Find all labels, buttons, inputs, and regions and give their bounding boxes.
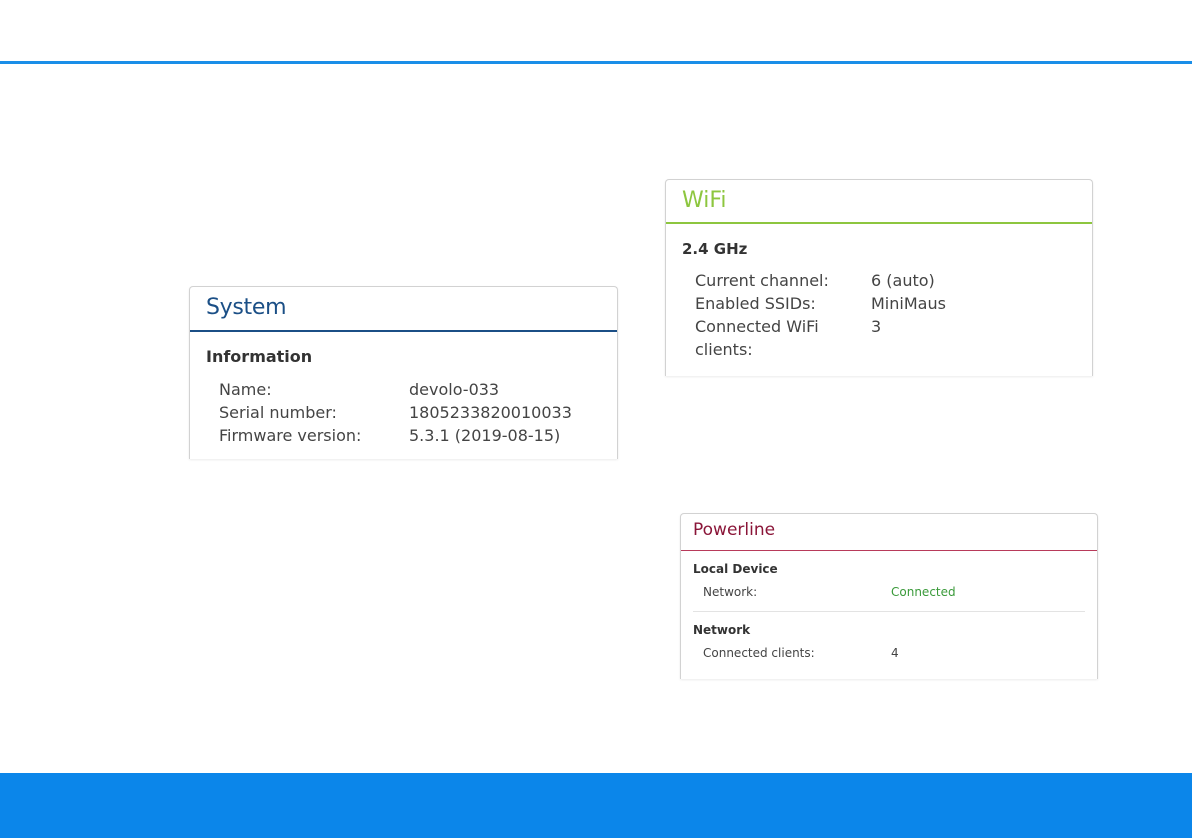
system-card-title: System (190, 287, 617, 332)
wifi-card-title: WiFi (666, 180, 1092, 224)
system-firmware-label: Firmware version: (219, 426, 362, 445)
system-info-list: Name: devolo-033 Serial number: 18052338… (219, 378, 617, 447)
powerline-local-list: Network: Connected (703, 584, 1097, 600)
wifi-info-list: Current channel: 6 (auto) Enabled SSIDs:… (695, 269, 1092, 361)
wifi-current-channel-label: Current channel: (695, 271, 829, 290)
system-name-value: devolo-033 (409, 380, 500, 399)
powerline-row-network: Network: Connected (703, 584, 1097, 600)
top-accent-rule (0, 61, 1192, 64)
system-serial-label: Serial number: (219, 403, 337, 422)
wifi-current-channel-value: 6 (auto) (871, 271, 935, 290)
wifi-row-connected-clients: Connected WiFi clients: 3 (695, 315, 1092, 361)
footer-band (0, 773, 1192, 838)
wifi-row-current-channel: Current channel: 6 (auto) (695, 269, 1092, 292)
system-serial-value: 1805233820010033 (409, 403, 572, 422)
system-firmware-value: 5.3.1 (2019-08-15) (409, 426, 561, 445)
wifi-connected-clients-label: Connected WiFi clients: (695, 317, 819, 359)
powerline-network-label: Network: (703, 585, 758, 599)
system-row-firmware: Firmware version: 5.3.1 (2019-08-15) (219, 424, 617, 447)
powerline-divider (693, 611, 1085, 612)
system-name-label: Name: (219, 380, 272, 399)
powerline-network-list: Connected clients: 4 (703, 645, 1097, 661)
page: WiFi 2.4 GHz Current channel: 6 (auto) E… (0, 0, 1192, 838)
powerline-connected-clients-label: Connected clients: (703, 646, 815, 660)
system-card: System Information Name: devolo-033 Seri… (189, 286, 618, 459)
system-info-heading: Information (206, 347, 313, 366)
wifi-enabled-ssids-value: MiniMaus (871, 294, 946, 313)
wifi-card: WiFi 2.4 GHz Current channel: 6 (auto) E… (665, 179, 1093, 376)
wifi-connected-clients-value: 3 (871, 317, 882, 336)
powerline-row-connected-clients: Connected clients: 4 (703, 645, 1097, 661)
powerline-connected-clients-value: 4 (891, 646, 899, 660)
powerline-local-device-heading: Local Device (693, 562, 778, 576)
wifi-row-enabled-ssids: Enabled SSIDs: MiniMaus (695, 292, 1092, 315)
powerline-network-status: Connected (891, 585, 956, 599)
wifi-band-heading: 2.4 GHz (682, 240, 748, 258)
wifi-enabled-ssids-label: Enabled SSIDs: (695, 294, 816, 313)
powerline-network-heading: Network (693, 623, 751, 637)
system-row-name: Name: devolo-033 (219, 378, 617, 401)
system-row-serial: Serial number: 1805233820010033 (219, 401, 617, 424)
powerline-card-title: Powerline (681, 514, 1097, 551)
powerline-card: Powerline Local Device Network: Connecte… (680, 513, 1098, 679)
